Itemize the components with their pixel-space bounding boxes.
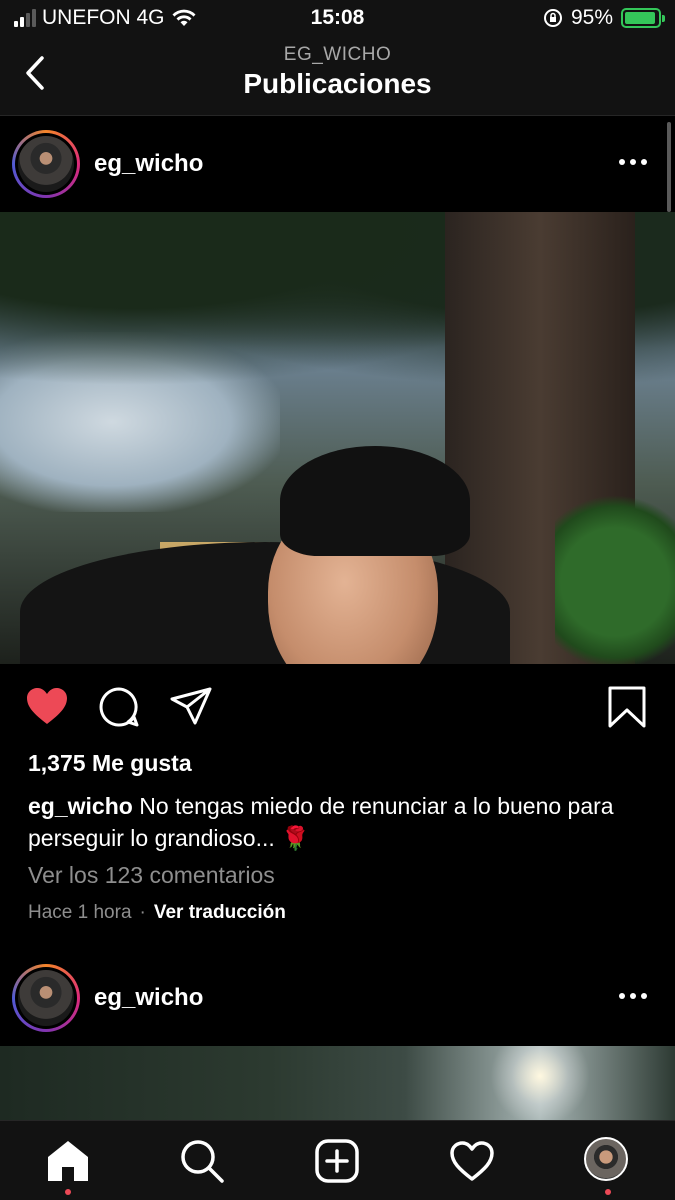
nav-header: EG_WICHO Publicaciones bbox=[0, 40, 675, 116]
header-subtitle: EG_WICHO bbox=[283, 44, 392, 65]
tab-search[interactable] bbox=[178, 1137, 226, 1185]
post-photo[interactable] bbox=[0, 1046, 675, 1120]
avatar[interactable] bbox=[12, 964, 80, 1032]
post-meta: Hace 1 hora · Ver traducción bbox=[28, 902, 286, 924]
tab-activity[interactable] bbox=[448, 1137, 496, 1185]
heart-filled-icon[interactable] bbox=[24, 684, 70, 730]
battery-label: 95% bbox=[570, 6, 613, 29]
battery-fill bbox=[625, 12, 656, 24]
tab-new-post[interactable] bbox=[313, 1137, 361, 1185]
notification-dot bbox=[65, 1189, 71, 1195]
more-icon[interactable] bbox=[619, 986, 653, 1006]
comment-icon[interactable] bbox=[96, 684, 142, 730]
share-icon[interactable] bbox=[168, 684, 214, 730]
status-right: 95% bbox=[543, 6, 665, 30]
avatar[interactable] bbox=[12, 130, 80, 198]
meta-separator: · bbox=[139, 902, 146, 923]
tab-bar bbox=[0, 1120, 675, 1200]
bookmark-icon[interactable] bbox=[604, 684, 650, 730]
search-icon bbox=[181, 1140, 224, 1183]
page-title: Publicaciones bbox=[243, 68, 432, 99]
notification-dot bbox=[605, 1189, 611, 1195]
post-timestamp: Hace 1 hora bbox=[28, 902, 132, 923]
post-header: eg_wicho bbox=[0, 950, 675, 1046]
new-post-icon bbox=[315, 1139, 359, 1183]
post-username[interactable]: eg_wicho bbox=[94, 984, 203, 1012]
post-actions bbox=[0, 680, 675, 740]
caption-username[interactable]: eg_wicho bbox=[28, 793, 133, 819]
avatar-image bbox=[18, 136, 74, 192]
profile-icon bbox=[584, 1137, 628, 1181]
battery-icon bbox=[621, 8, 665, 28]
like-count[interactable]: 1,375 Me gusta bbox=[28, 750, 192, 777]
view-comments-link[interactable]: Ver los 123 comentarios bbox=[28, 862, 275, 889]
tab-home[interactable] bbox=[44, 1137, 92, 1195]
home-icon bbox=[48, 1141, 88, 1181]
tab-profile[interactable] bbox=[584, 1137, 632, 1195]
more-icon[interactable] bbox=[619, 152, 653, 172]
post-caption: eg_wicho No tengas miedo de renunciar a … bbox=[28, 790, 648, 854]
status-bar: UNEFON 4G 15:08 95% bbox=[0, 0, 675, 40]
avatar-image bbox=[18, 970, 74, 1026]
activity-icon bbox=[450, 1141, 494, 1181]
post-photo[interactable] bbox=[0, 212, 675, 664]
post-username[interactable]: eg_wicho bbox=[94, 150, 203, 178]
see-translation-link[interactable]: Ver traducción bbox=[154, 902, 286, 924]
post-header: eg_wicho bbox=[0, 116, 675, 212]
rotation-lock-icon bbox=[543, 9, 562, 27]
